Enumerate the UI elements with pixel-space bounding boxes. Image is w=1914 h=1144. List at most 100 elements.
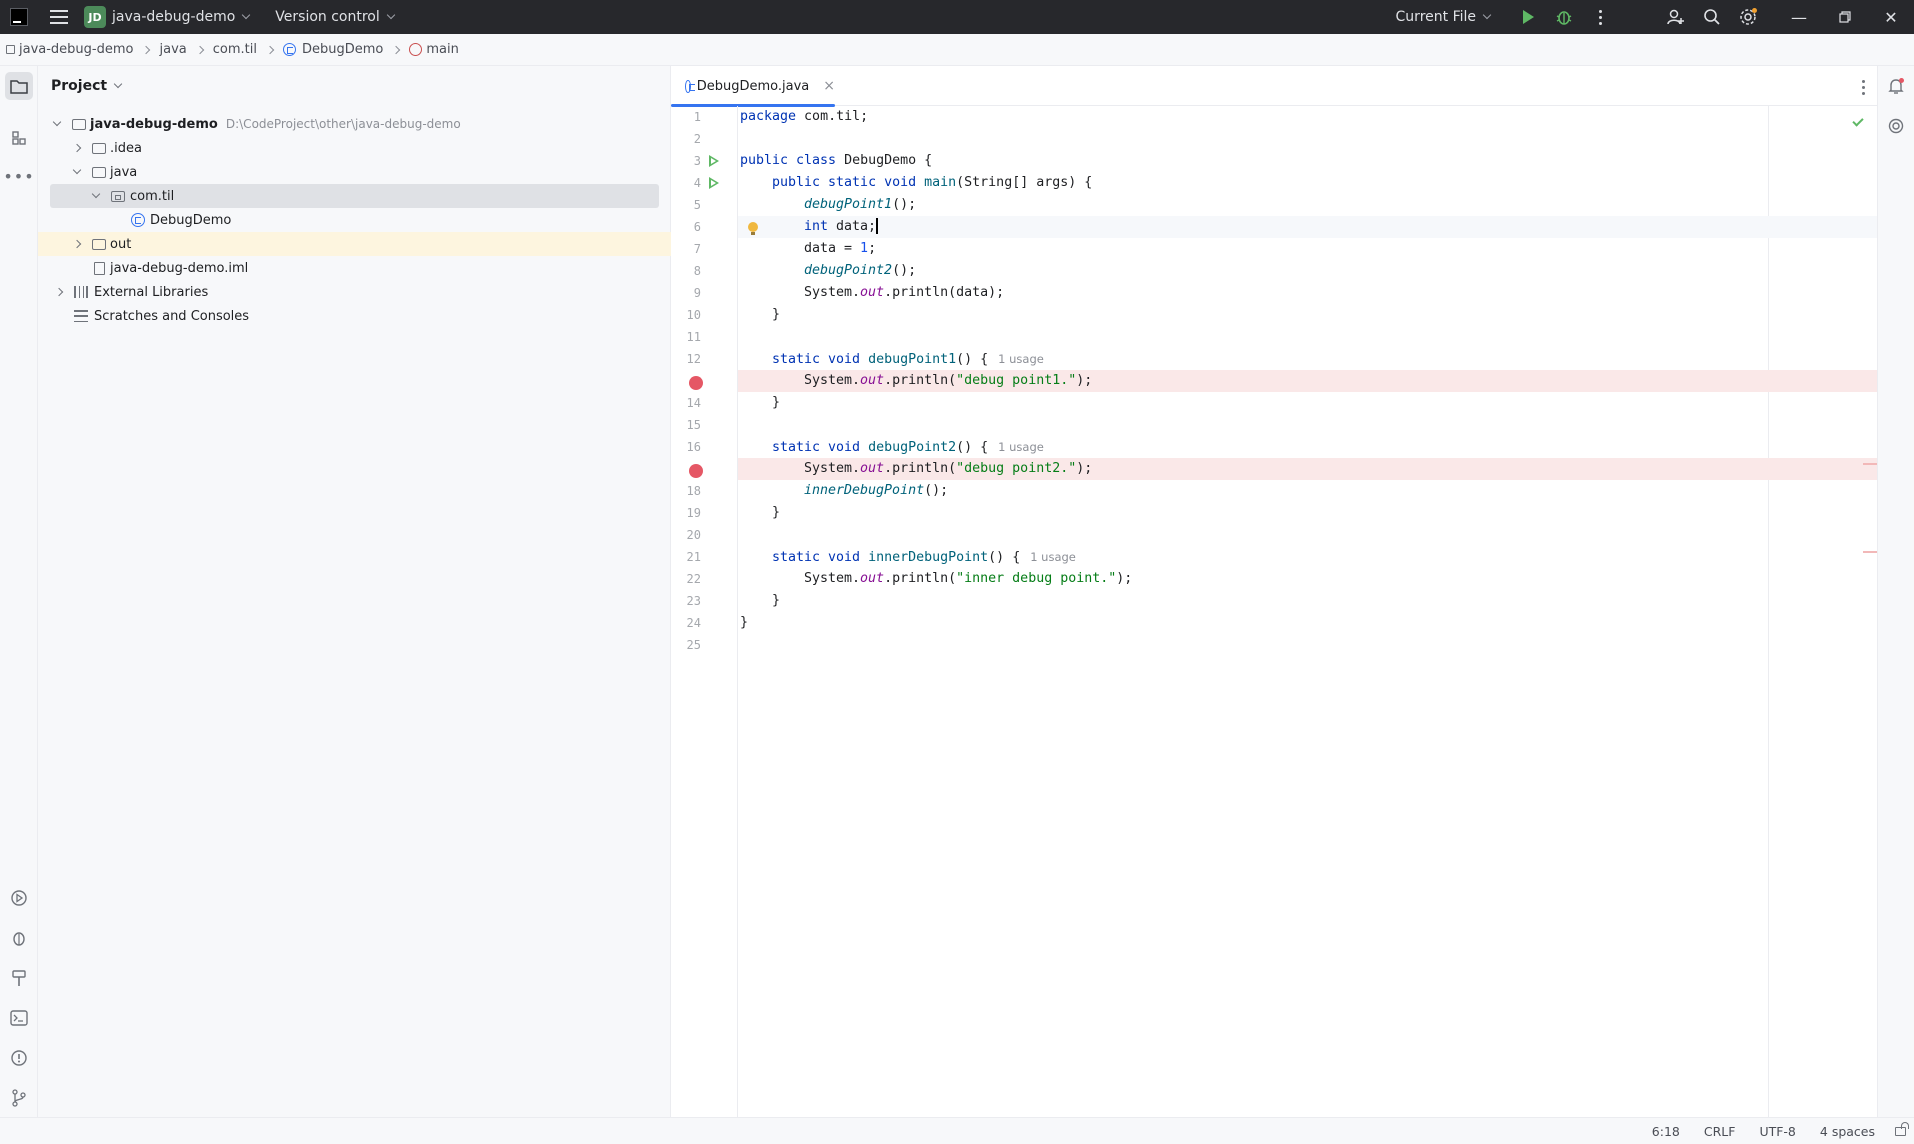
tree-item-iml-file[interactable]: java-debug-demo.iml (38, 256, 671, 280)
breadcrumb-package[interactable]: com.til (213, 42, 257, 57)
expand-arrow-icon[interactable] (72, 143, 82, 153)
structure-tool-button[interactable] (5, 124, 33, 152)
version-control-menu[interactable]: Version control (269, 9, 396, 25)
breakpoint-stripe-marker[interactable] (1863, 463, 1877, 465)
run-button[interactable] (1510, 0, 1546, 34)
file-encoding[interactable]: UTF-8 (1759, 1124, 1795, 1139)
more-actions-button[interactable] (1582, 0, 1618, 34)
search-everywhere-button[interactable] (1694, 0, 1730, 34)
expand-arrow-icon[interactable] (91, 189, 101, 199)
usage-hint[interactable]: 1 usage (1030, 550, 1076, 564)
editor-gutter[interactable]: 1 2 3 4 5 6 7 8 9 10 11 12 14 15 16 18 1… (671, 106, 738, 1117)
code-text: data; (828, 219, 877, 234)
run-configuration-selector[interactable]: Current File (1396, 9, 1492, 25)
bug-icon (13, 932, 25, 946)
build-tool-button[interactable] (5, 964, 33, 992)
line-separator[interactable]: CRLF (1704, 1124, 1736, 1139)
breakpoint-icon[interactable] (689, 376, 703, 390)
tree-item-debugdemo[interactable]: DebugDemo (38, 208, 671, 232)
chevron-down-icon (242, 10, 251, 20)
code-line-breakpoint[interactable]: System.out.println("debug point1."); (738, 370, 1877, 392)
code-text: (); (924, 483, 949, 498)
breakpoint-icon[interactable] (689, 464, 703, 478)
code-line-breakpoint[interactable]: System.out.println("debug point2."); (738, 458, 1877, 480)
ai-assistant-button[interactable] (1882, 112, 1910, 140)
code-text: System. (804, 373, 861, 388)
breadcrumb-method[interactable]: main (409, 42, 459, 57)
caret-position[interactable]: 6:18 (1652, 1124, 1680, 1139)
code-line[interactable]: debugPoint1(); (738, 194, 1877, 216)
restore-icon (1839, 11, 1851, 23)
code-text: data = (804, 241, 861, 256)
code-line[interactable]: static void innerDebugPoint() {1 usage (738, 546, 1877, 568)
expand-arrow-icon[interactable] (72, 165, 82, 175)
tree-item-idea[interactable]: .idea (38, 136, 671, 160)
more-tool-windows-button[interactable]: ••• (3, 162, 33, 190)
indent-setting[interactable]: 4 spaces (1820, 1124, 1875, 1139)
usage-hint[interactable]: 1 usage (998, 440, 1044, 454)
notifications-button[interactable] (1882, 72, 1910, 100)
lock-icon[interactable] (1895, 1121, 1909, 1136)
main-menu-icon[interactable] (50, 10, 68, 24)
code-line[interactable]: data = 1; (738, 238, 1877, 260)
tab-debugdemo-java[interactable]: DebugDemo.java × (671, 66, 835, 107)
debug-tool-button[interactable] (5, 924, 33, 952)
breadcrumb-class[interactable]: DebugDemo (282, 42, 383, 57)
settings-button[interactable] (1730, 0, 1766, 34)
lightbulb-icon[interactable] (748, 222, 758, 235)
terminal-tool-button[interactable] (5, 1004, 33, 1032)
code-line[interactable]: } (738, 304, 1877, 326)
code-method-call: innerDebugPoint (804, 483, 925, 498)
breakpoint-stripe-marker[interactable] (1863, 551, 1877, 553)
expand-arrow-icon[interactable] (72, 239, 82, 249)
code-line[interactable]: } (738, 612, 1877, 634)
run-class-gutter-icon[interactable] (709, 155, 719, 167)
tree-item-java[interactable]: java (38, 160, 671, 184)
tree-item-project-root[interactable]: java-debug-demo D:\CodeProject\other\jav… (38, 112, 671, 136)
tree-item-out[interactable]: out (38, 232, 671, 256)
tree-item-external-libraries[interactable]: External Libraries (38, 280, 671, 304)
code-line[interactable]: System.out.println(data); (738, 282, 1877, 304)
code-text: System. (804, 461, 861, 476)
project-panel-header[interactable]: Project (38, 66, 670, 106)
intellij-logo-icon[interactable] (10, 8, 28, 26)
breadcrumb-project[interactable]: java-debug-demo (6, 42, 133, 57)
code-line[interactable]: static void debugPoint1() {1 usage (738, 348, 1877, 370)
code-line[interactable]: public class DebugDemo { (738, 150, 1877, 172)
run-tool-button[interactable] (5, 884, 33, 912)
restore-window-button[interactable] (1822, 0, 1868, 34)
code-line[interactable]: } (738, 590, 1877, 612)
tree-item-scratches[interactable]: Scratches and Consoles (38, 304, 671, 328)
close-icon[interactable]: × (823, 78, 835, 94)
debug-button[interactable] (1546, 0, 1582, 34)
code-line[interactable]: static void debugPoint2() {1 usage (738, 436, 1877, 458)
code-line[interactable]: innerDebugPoint(); (738, 480, 1877, 502)
close-window-button[interactable]: ✕ (1868, 0, 1914, 34)
run-services-icon (11, 890, 27, 906)
tree-item-com-til[interactable]: com.til (50, 184, 659, 208)
breadcrumb-java[interactable]: java (159, 42, 186, 57)
expand-arrow-icon[interactable] (54, 287, 64, 297)
run-main-gutter-icon[interactable] (709, 177, 719, 189)
code-editor[interactable]: package com.til; public class DebugDemo … (738, 106, 1877, 1117)
tree-item-label: out (110, 236, 132, 252)
project-switcher[interactable]: JD java-debug-demo (84, 6, 251, 28)
code-line[interactable]: } (738, 392, 1877, 414)
code-line[interactable]: debugPoint2(); (738, 260, 1877, 282)
code-line-current[interactable]: int data; (738, 216, 1877, 238)
minimize-window-button[interactable]: — (1776, 0, 1822, 34)
expand-arrow-icon[interactable] (52, 117, 62, 127)
project-tool-button[interactable] (5, 72, 33, 100)
code-with-me-button[interactable] (1658, 0, 1694, 34)
problems-tool-button[interactable] (5, 1044, 33, 1072)
more-vertical-icon[interactable] (1862, 80, 1865, 95)
code-line[interactable]: package com.til; (738, 106, 1877, 128)
line-number: 23 (686, 594, 701, 608)
code-text: .println( (884, 571, 957, 586)
code-line[interactable]: System.out.println("inner debug point.")… (738, 568, 1877, 590)
line-number: 3 (693, 154, 701, 168)
code-line[interactable]: public static void main(String[] args) { (738, 172, 1877, 194)
code-line[interactable]: } (738, 502, 1877, 524)
git-tool-button[interactable] (5, 1084, 33, 1112)
usage-hint[interactable]: 1 usage (998, 352, 1044, 366)
